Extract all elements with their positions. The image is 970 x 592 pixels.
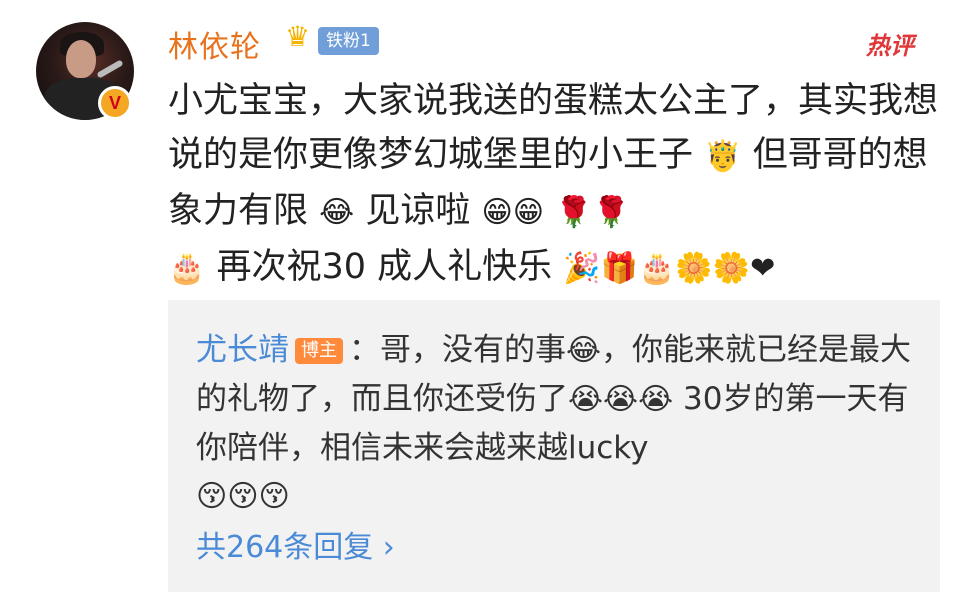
hot-comment-label: 热评 <box>866 32 914 60</box>
comment-text: 小尤宝宝，大家说我送的蛋糕太公主了，其实我想说的是你更像梦幻城堡里的小王子 🤴 … <box>168 74 948 296</box>
verified-icon: V <box>98 86 132 120</box>
comment-text-part3: 见谅啦 <box>365 191 471 231</box>
reply-box[interactable]: 尤长靖 博主 ：哥，没有的事😂，你能来就已经是最大的礼物了，而且你还受伤了😭😭😭 3… <box>168 300 940 592</box>
rose-emoji-icon: 🌹🌹 <box>555 195 630 230</box>
comment-username[interactable]: 林依轮 <box>168 22 261 66</box>
crown-icon: ♛ <box>285 20 311 53</box>
grin-emoji-icon: 😁😁 <box>481 195 545 230</box>
laugh-cry-emoji-icon: 😂 <box>566 333 602 368</box>
comment-text-part4: 再次祝30 成人礼快乐 <box>216 247 553 287</box>
blogger-badge: 博主 <box>295 338 343 364</box>
laugh-cry-emoji-icon: 😂 <box>319 195 355 230</box>
fan-badge[interactable]: 铁粉1 <box>318 27 379 55</box>
reply-text: 尤长靖 博主 ：哥，没有的事😂，你能来就已经是最大的礼物了，而且你还受伤了😭😭😭 3… <box>196 326 916 521</box>
crying-emoji-icon: 😭😭😭 <box>568 382 674 417</box>
microphone-icon <box>96 59 124 79</box>
reply-username[interactable]: 尤长靖 <box>196 332 289 368</box>
prince-emoji-icon: 🤴 <box>704 139 742 174</box>
reply-count-link[interactable]: 共264条回复 › <box>196 522 395 566</box>
reply-colon: ： <box>349 332 380 368</box>
reply-text-part1: 哥，没有的事 <box>380 332 566 368</box>
party-emoji-icon: 🎉🎁🎂🌼🌼❤ <box>563 251 776 286</box>
avatar-face <box>66 40 96 78</box>
kiss-emoji-icon: 😚😚😚 <box>196 479 290 514</box>
cake-emoji-icon: 🎂 <box>168 251 206 286</box>
